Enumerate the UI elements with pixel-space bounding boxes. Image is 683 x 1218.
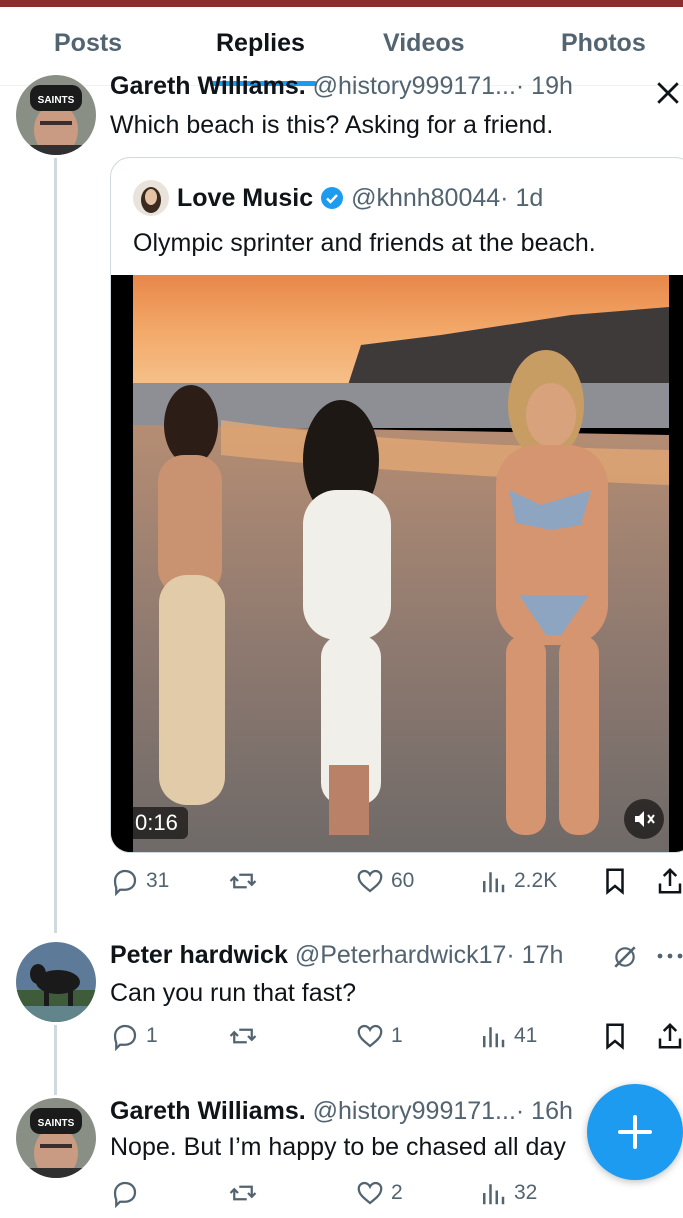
reply-count: 1 (146, 1024, 158, 1047)
grok-icon[interactable] (612, 944, 638, 970)
post-time[interactable]: · 19h (516, 72, 573, 100)
tweet-actions: 31 60 2.2K (110, 866, 683, 906)
repost-icon (229, 873, 257, 889)
like-count: 2 (391, 1181, 403, 1204)
quote-header: Love Music @khnh80044· 1d (177, 184, 543, 213)
thread-line (54, 158, 57, 933)
quote-text: Olympic sprinter and friends at the beac… (133, 229, 596, 257)
share-icon (658, 867, 682, 894)
views-button[interactable]: 32 (478, 1178, 537, 1208)
repost-button[interactable] (228, 866, 264, 896)
tweet-text: Which beach is this? Asking for a friend… (110, 111, 554, 139)
heart-icon (357, 869, 383, 893)
beanie-logo-text: SAINTS (38, 95, 75, 106)
tweet-header: Gareth Williams. @history999171...· 19h (110, 72, 573, 101)
author-name[interactable]: Gareth Williams. (110, 1097, 306, 1125)
author-handle[interactable]: @history999171... (313, 72, 516, 100)
quote-post-time: · 1d (500, 184, 544, 212)
mute-button[interactable] (624, 799, 664, 839)
reply-icon (113, 1024, 137, 1051)
post-time[interactable]: · 17h (506, 941, 563, 969)
views-icon (483, 1184, 505, 1205)
bookmark-icon (606, 1023, 624, 1050)
like-count: 1 (391, 1024, 403, 1047)
thread-line (54, 1025, 57, 1095)
quote-author-name[interactable]: Love Music (177, 184, 313, 212)
views-icon (483, 1027, 505, 1048)
tweet-text: Can you run that fast? (110, 979, 356, 1007)
bookmark-icon (606, 868, 624, 895)
share-button[interactable] (655, 1021, 683, 1051)
bookmark-button[interactable] (600, 1021, 636, 1051)
repost-icon (229, 1185, 257, 1201)
reply-count: 31 (146, 869, 170, 892)
tweet-actions: 2 32 (110, 1178, 683, 1218)
repost-icon (229, 1028, 257, 1044)
quoted-tweet[interactable]: Love Music @khnh80044· 1d Olympic sprint… (110, 157, 683, 853)
tab-replies[interactable]: Replies (216, 29, 305, 58)
views-icon (483, 872, 505, 893)
tweet-header: Gareth Williams. @history999171...· 16h (110, 1097, 573, 1126)
video-frame (111, 275, 683, 852)
reply-button[interactable]: 1 (110, 1021, 158, 1051)
tweet-text: Nope. But I’m happy to be chased all day (110, 1133, 566, 1161)
like-button[interactable]: 2 (355, 1178, 403, 1208)
tweet-actions: 1 1 41 (110, 1021, 683, 1061)
top-color-bar (0, 0, 683, 7)
tab-photos[interactable]: Photos (561, 29, 646, 58)
repost-button[interactable] (228, 1178, 264, 1208)
mute-icon (635, 811, 655, 827)
author-handle[interactable]: @Peterhardwick17 (295, 941, 507, 969)
post-time[interactable]: · 16h (516, 1097, 573, 1125)
like-button[interactable]: 60 (355, 866, 414, 896)
avatar[interactable]: SAINTS (16, 75, 96, 155)
reply-button[interactable] (110, 1178, 146, 1208)
tab-videos[interactable]: Videos (383, 29, 465, 58)
reply-button[interactable]: 31 (110, 866, 169, 896)
quote-author-handle[interactable]: @khnh80044 (351, 184, 500, 212)
author-name[interactable]: Peter hardwick (110, 941, 288, 969)
reply-icon (113, 869, 137, 896)
views-button[interactable]: 2.2K (478, 866, 557, 896)
like-button[interactable]: 1 (355, 1021, 403, 1051)
views-button[interactable]: 41 (478, 1021, 537, 1051)
share-icon (658, 1022, 682, 1049)
tab-posts[interactable]: Posts (54, 29, 122, 58)
video-duration: 0:16 (125, 807, 188, 839)
avatar[interactable]: SAINTS (16, 1098, 96, 1178)
x-logo-icon (657, 82, 679, 104)
author-handle[interactable]: @history999171... (313, 1097, 516, 1125)
plus-icon (618, 1115, 652, 1149)
verified-badge-icon (321, 187, 344, 209)
compose-button[interactable] (587, 1084, 683, 1180)
like-count: 60 (391, 869, 415, 892)
bookmark-button[interactable] (600, 866, 636, 896)
tweet-header: Peter hardwick @Peterhardwick17· 17h (110, 941, 563, 970)
avatar[interactable] (16, 942, 96, 1022)
view-count: 41 (514, 1024, 538, 1047)
view-count: 32 (514, 1181, 538, 1204)
quote-avatar[interactable] (133, 180, 169, 216)
reply-icon (113, 1181, 137, 1208)
beanie-logo-text: SAINTS (38, 1118, 75, 1129)
video-player[interactable]: 0:16 (111, 275, 683, 852)
share-button[interactable] (655, 866, 683, 896)
heart-icon (357, 1024, 383, 1048)
repost-button[interactable] (228, 1021, 264, 1051)
more-options-icon[interactable] (656, 946, 683, 966)
author-name[interactable]: Gareth Williams. (110, 72, 306, 100)
heart-icon (357, 1181, 383, 1205)
view-count: 2.2K (514, 869, 558, 892)
